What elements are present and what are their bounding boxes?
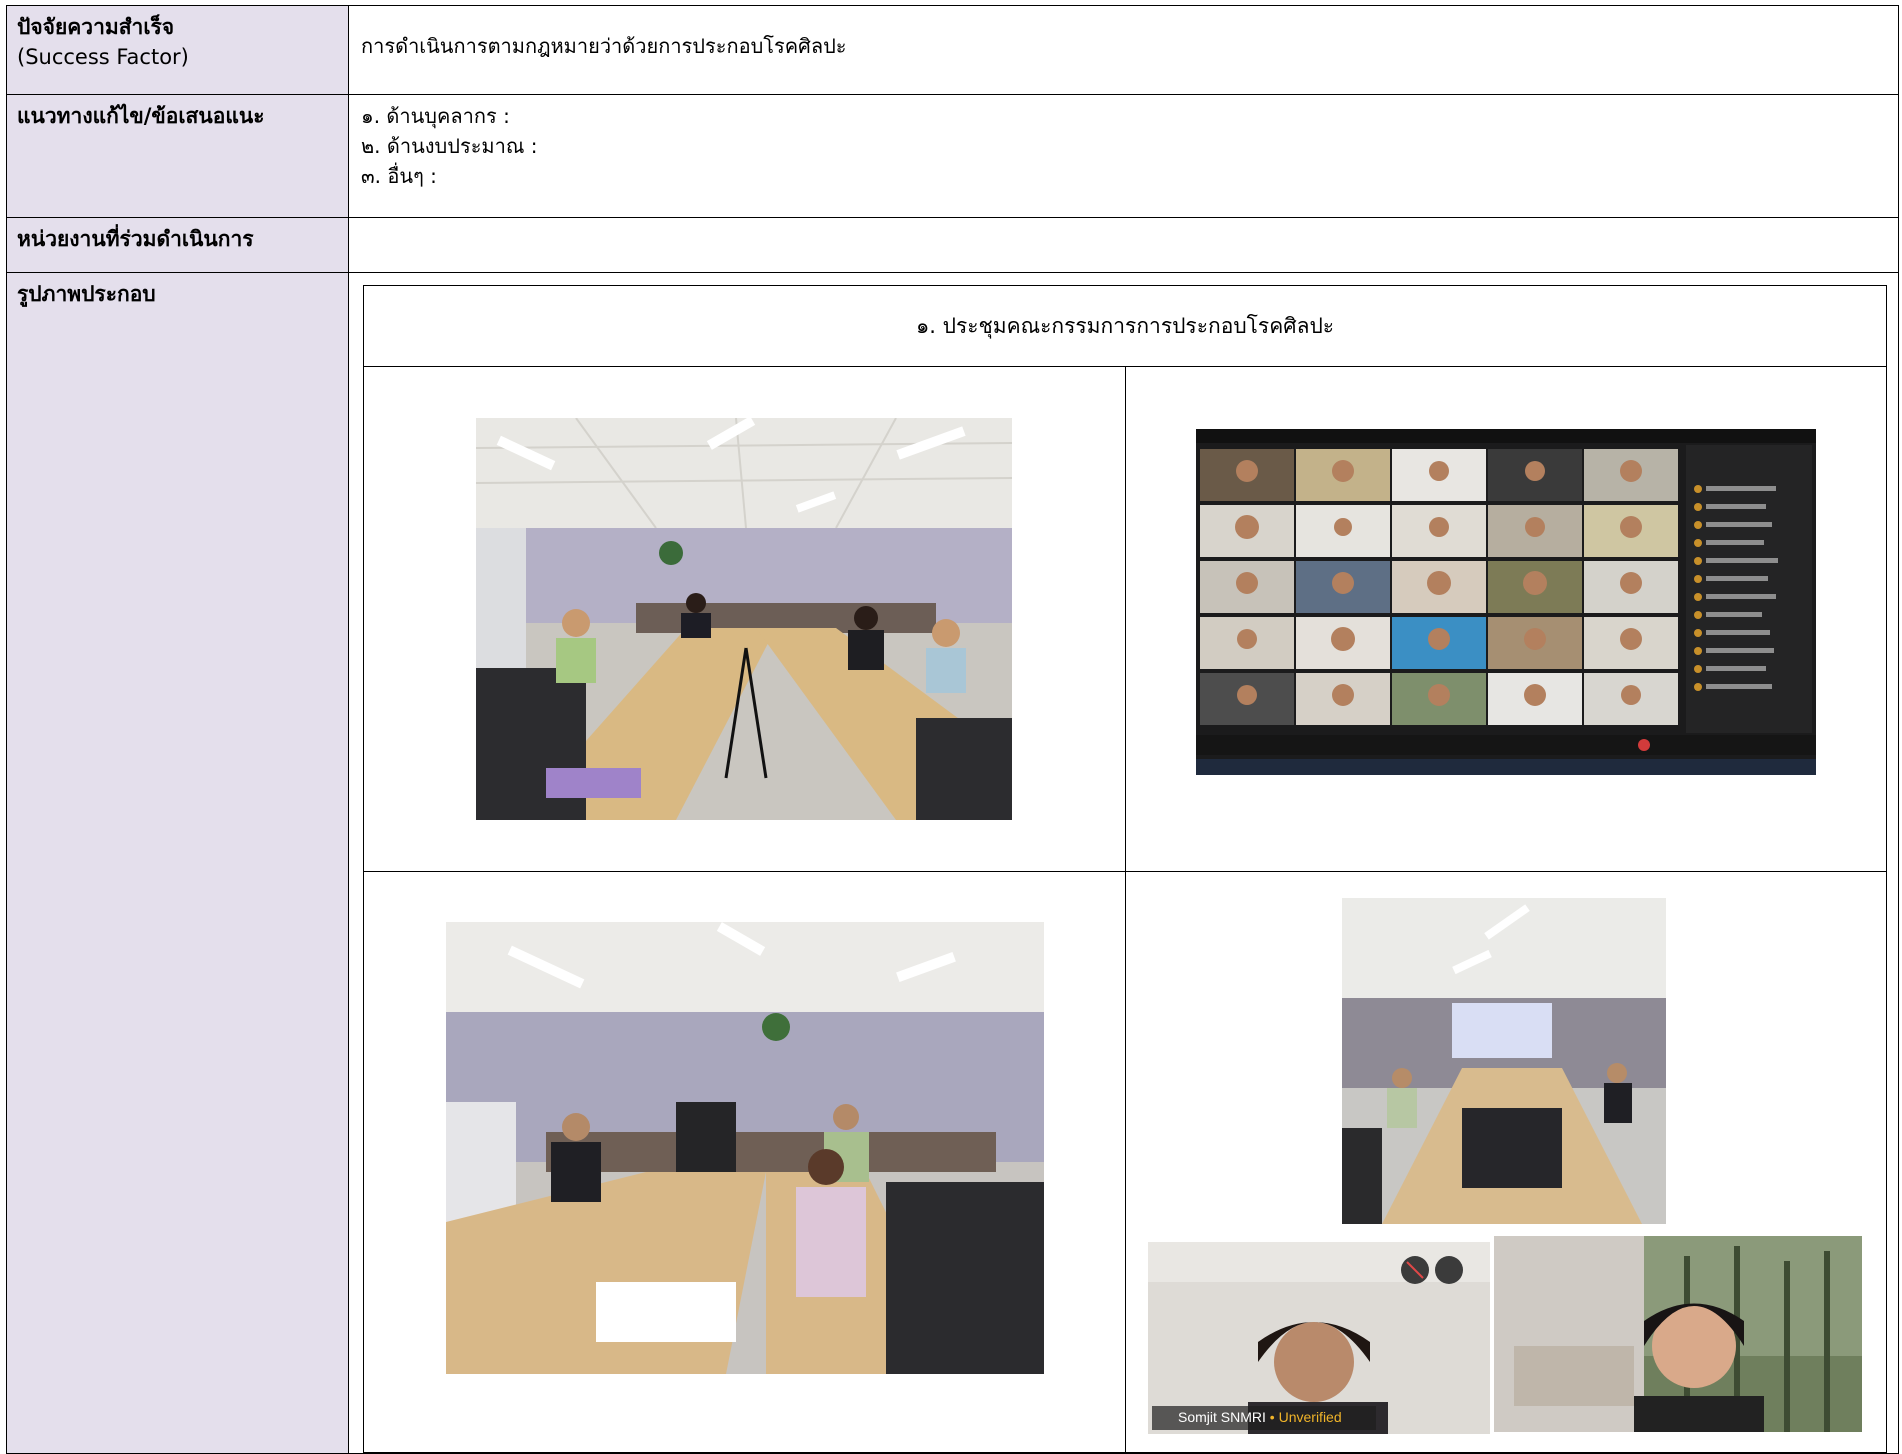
- photo-cell-2: [1125, 366, 1887, 872]
- success-factor-label-en: (Success Factor): [17, 45, 189, 69]
- photo-cell-4: Somjit SNMRI • Unverified: [1125, 871, 1887, 1453]
- success-factor-value-cell: การดำเนินการตามกฎหมายว่าด้วยการประกอบโรค…: [348, 5, 1899, 95]
- meeting-room-photo-2: [446, 922, 1044, 1374]
- solution-item-budget: ๒. ด้านงบประมาณ :: [361, 134, 538, 158]
- photo-caption: ๑. ประชุมคณะกรรมการการประกอบโรคศิลปะ: [363, 285, 1887, 367]
- report-table: ปัจจัยความสำเร็จ (Success Factor) การดำเ…: [6, 5, 1899, 1454]
- video-tile-right: [1494, 1236, 1862, 1432]
- photos-row: รูปภาพประกอบ ๑. ประชุมคณะกรรมการการประกอ…: [6, 272, 1899, 1454]
- photos-label: รูปภาพประกอบ: [6, 272, 349, 1454]
- agencies-label: หน่วยงานที่ร่วมดำเนินการ: [6, 217, 349, 273]
- video-tile-left: Somjit SNMRI • Unverified: [1148, 1242, 1490, 1434]
- solutions-label: แนวทางแก้ไข/ข้อเสนอแนะ: [6, 94, 349, 218]
- solutions-list: ๑. ด้านบุคลากร : ๒. ด้านงบประมาณ : ๓. อื…: [348, 94, 1899, 218]
- success-factor-value: การดำเนินการตามกฎหมายว่าด้วยการประกอบโรค…: [361, 34, 847, 58]
- agencies-row: หน่วยงานที่ร่วมดำเนินการ: [6, 217, 1899, 273]
- photos-cell: ๑. ประชุมคณะกรรมการการประกอบโรคศิลปะ Som…: [348, 272, 1899, 1454]
- success-factor-label-th: ปัจจัยความสำเร็จ: [17, 15, 175, 39]
- meeting-room-photo-1: [476, 418, 1012, 820]
- video-conference-screenshot: [1196, 429, 1816, 775]
- agencies-value: [348, 217, 1899, 273]
- document-page: ปัจจัยความสำเร็จ (Success Factor) การดำเ…: [6, 5, 1899, 1454]
- participant-status: Unverified: [1278, 1409, 1342, 1425]
- participant-name: Somjit SNMRI: [1178, 1409, 1266, 1425]
- meeting-room-photo-3: [1342, 898, 1666, 1224]
- video-tile-label: Somjit SNMRI • Unverified: [1178, 1409, 1342, 1425]
- solution-item-other: ๓. อื่นๆ :: [361, 164, 437, 188]
- success-factor-row: ปัจจัยความสำเร็จ (Success Factor) การดำเ…: [6, 5, 1899, 95]
- photo-cell-3: [363, 871, 1126, 1453]
- solutions-row: แนวทางแก้ไข/ข้อเสนอแนะ ๑. ด้านบุคลากร : …: [6, 94, 1899, 218]
- photo-cell-1: [363, 366, 1126, 872]
- solution-item-personnel: ๑. ด้านบุคลากร :: [361, 104, 510, 128]
- photo-grid: ๑. ประชุมคณะกรรมการการประกอบโรคศิลปะ Som…: [363, 285, 1887, 1453]
- success-factor-label: ปัจจัยความสำเร็จ (Success Factor): [6, 5, 349, 95]
